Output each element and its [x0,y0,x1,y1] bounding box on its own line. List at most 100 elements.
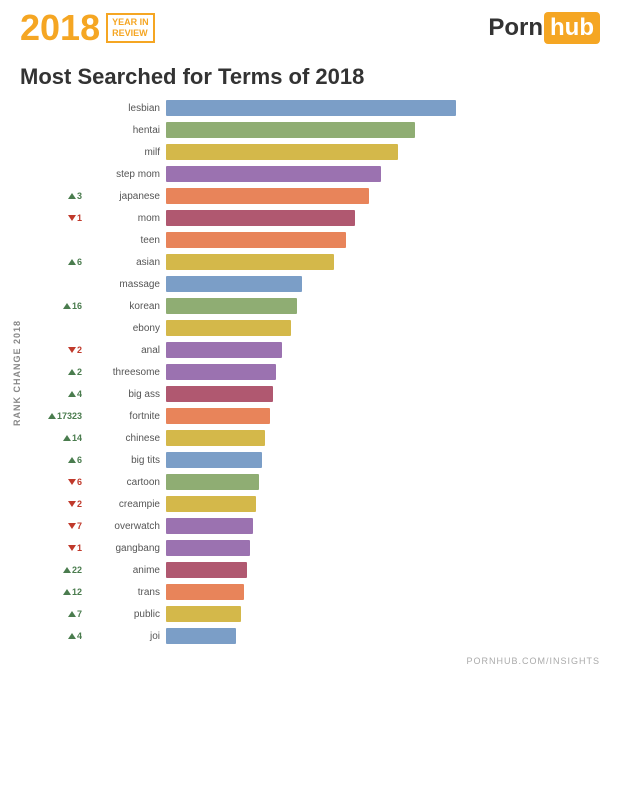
bar [166,386,273,402]
up-arrow-icon [63,303,71,309]
term-label: big tits [86,455,166,466]
rank-value: 2 [77,367,82,377]
bar-area [166,296,600,316]
rank-change: 7 [26,521,86,531]
term-label: public [86,609,166,620]
term-label: big ass [86,389,166,400]
bar-area [166,142,600,162]
rank-value: 4 [77,631,82,641]
year-text: 2018 [20,10,100,46]
up-arrow-icon [68,457,76,463]
bar-row: 4 joi [26,626,600,646]
bar [166,474,259,490]
term-label: anal [86,345,166,356]
bar-area [166,582,600,602]
rank-change: 16 [26,301,86,311]
bar-row: ebony [26,318,600,338]
chart-container: RANK CHANGE 2018 lesbian hentai milf step m… [0,94,620,652]
term-label: hentai [86,125,166,136]
bar [166,298,297,314]
bar-area [166,340,600,360]
up-arrow-icon [68,259,76,265]
term-label: japanese [86,191,166,202]
rank-value: 16 [72,301,82,311]
rank-change: 4 [26,389,86,399]
bar-row: 6cartoon [26,472,600,492]
bar-row: teen [26,230,600,250]
bar-row: 2threesome [26,362,600,382]
term-label: ebony [86,323,166,334]
rank-change: 6 [26,257,86,267]
bar-area [166,560,600,580]
rank-change: 3 [26,191,86,201]
page-title: Most Searched for Terms of 2018 [20,64,600,90]
rank-value: 1 [77,213,82,223]
y-axis-label: RANK CHANGE 2018 [10,98,24,648]
term-label: chinese [86,433,166,444]
bar [166,540,250,556]
rank-value: 1 [77,543,82,553]
bar-row: 6 big tits [26,450,600,470]
bar [166,562,247,578]
term-label: overwatch [86,521,166,532]
bar-row: 3 japanese [26,186,600,206]
term-label: teen [86,235,166,246]
rank-value: 7 [77,609,82,619]
title-section: Most Searched for Terms of 2018 [0,56,620,94]
bar [166,144,398,160]
bar-area [166,472,600,492]
bar [166,210,355,226]
up-arrow-icon [48,413,56,419]
footer: PORNHUB.COM/INSIGHTS [0,652,620,670]
term-label: step mom [86,169,166,180]
bar-row: lesbian [26,98,600,118]
rank-change: 17323 [26,411,86,421]
bar-area [166,230,600,250]
rank-change: 6 [26,455,86,465]
bar-row: hentai [26,120,600,140]
term-label: anime [86,565,166,576]
bar [166,342,282,358]
bar [166,364,276,380]
term-label: mom [86,213,166,224]
bar-row: 1 mom [26,208,600,228]
rank-change: 12 [26,587,86,597]
bar-area [166,318,600,338]
up-arrow-icon [63,567,71,573]
down-arrow-icon [68,215,76,221]
term-label: joi [86,631,166,642]
bar-area [166,428,600,448]
bar-row: milf [26,142,600,162]
logo-porn: Porn [488,14,543,42]
bar-row: 2creampie [26,494,600,514]
term-label: korean [86,301,166,312]
rank-value: 12 [72,587,82,597]
bar-area [166,120,600,140]
bar [166,166,381,182]
bar-area [166,406,600,426]
bar [166,276,302,292]
rank-value: 6 [77,455,82,465]
bar [166,452,262,468]
bar-area [166,362,600,382]
rank-change: 2 [26,367,86,377]
footer-url: PORNHUB.COM/INSIGHTS [466,656,600,666]
rank-change: 2 [26,345,86,355]
bar-area [166,98,600,118]
up-arrow-icon [68,391,76,397]
bar-row: 12trans [26,582,600,602]
up-arrow-icon [63,435,71,441]
rank-value: 3 [77,191,82,201]
bar-area [166,186,600,206]
rank-value: 22 [72,565,82,575]
rank-value: 17323 [57,411,82,421]
bar-area [166,384,600,404]
bar-area [166,164,600,184]
rank-value: 4 [77,389,82,399]
rank-change: 14 [26,433,86,443]
bar-area [166,604,600,624]
bar-area [166,538,600,558]
bar [166,430,265,446]
bar [166,100,456,116]
bar-area [166,208,600,228]
